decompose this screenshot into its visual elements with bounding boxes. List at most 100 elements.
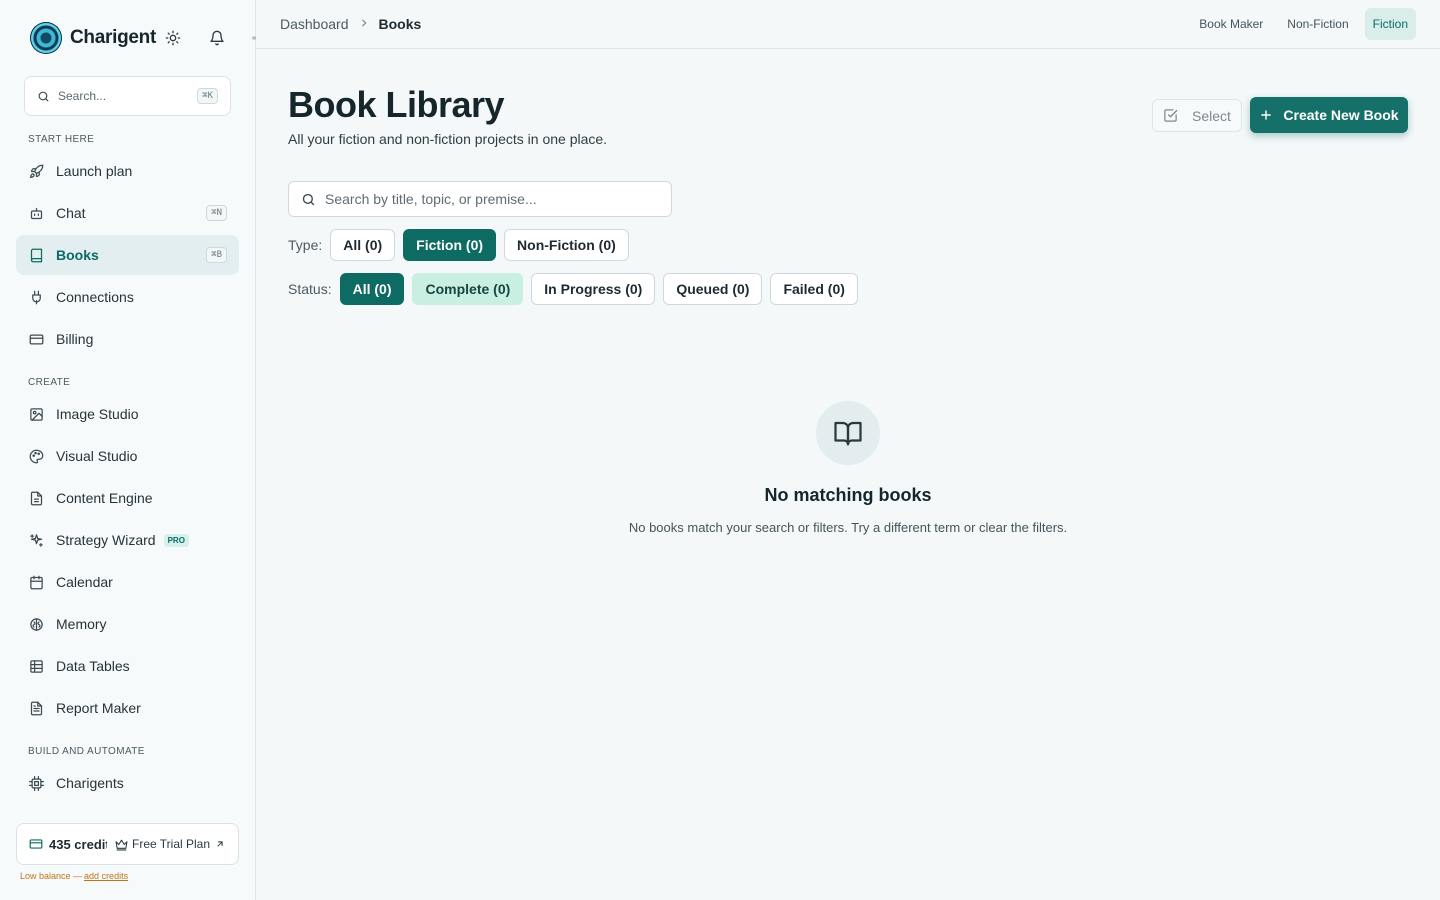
empty-state-title: No matching books — [764, 485, 932, 505]
sidebar-item-billing[interactable]: Billing — [16, 319, 239, 359]
brand[interactable]: Charigent — [30, 22, 156, 54]
type-label: Type: — [288, 237, 323, 253]
topbar: Dashboard Books Book Maker Non-Fiction F… — [256, 0, 1440, 49]
sidebar-item-image-studio[interactable]: Image Studio — [16, 394, 239, 434]
low-balance-text: Low balance — — [20, 871, 83, 881]
crown-icon — [115, 839, 128, 850]
search-icon — [38, 91, 49, 101]
pro-badge: PRO — [163, 533, 189, 547]
type-filter-fiction[interactable]: Fiction (0) — [403, 229, 497, 261]
rocket-icon — [28, 163, 44, 179]
type-filter-non-fiction[interactable]: Non-Fiction (0) — [504, 229, 629, 261]
sidebar-item-label: Books — [56, 247, 99, 263]
sidebar-item-books[interactable]: Books ⌘B — [16, 235, 239, 275]
sidebar-item-connections[interactable]: Connections — [16, 277, 239, 317]
page-subtitle: All your fiction and non-fiction project… — [288, 131, 608, 147]
image-icon — [28, 406, 44, 422]
plan-link[interactable]: Free Trial Plan — [115, 837, 225, 851]
bot-icon — [28, 205, 44, 221]
status-filter-row: Status: All (0) Complete (0) In Progress… — [288, 273, 866, 305]
empty-state-description: No books match your search or filters. T… — [628, 520, 1068, 535]
section-start-here: START HERE — [28, 134, 95, 145]
sidebar-item-data-tables[interactable]: Data Tables — [16, 646, 239, 686]
chevron-right-icon — [359, 17, 369, 31]
external-link-arrow-icon — [217, 841, 223, 847]
low-balance-notice: Low balance — add credits — [20, 871, 128, 881]
tab-non-fiction[interactable]: Non-Fiction — [1279, 8, 1356, 40]
sidebar-item-label: Charigents — [56, 775, 124, 791]
charigent-logo-icon — [30, 22, 62, 54]
file-text-icon — [28, 490, 44, 506]
select-label: Select — [1192, 107, 1231, 124]
sidebar-item-calendar[interactable]: Calendar — [16, 562, 239, 602]
breadcrumb-books: Books — [378, 16, 422, 32]
sidebar-item-chat[interactable]: Chat ⌘N — [16, 193, 239, 233]
brand-name: Charigent — [70, 27, 156, 48]
type-filter-all[interactable]: All (0) — [330, 229, 396, 261]
sidebar-search-placeholder: Search... — [58, 89, 107, 103]
sidebar-item-label: Connections — [56, 289, 134, 305]
sidebar-item-launch-plan[interactable]: Launch plan — [16, 151, 239, 191]
sidebar-item-label: Report Maker — [56, 700, 141, 716]
sidebar-item-label: Calendar — [56, 574, 113, 590]
status-filter-failed[interactable]: Failed (0) — [770, 273, 858, 305]
status-label: Status: — [288, 281, 332, 297]
book-search — [288, 181, 672, 217]
credits-panel[interactable]: 435 credits Free Trial Plan — [16, 823, 239, 865]
status-filter-in-progress[interactable]: In Progress (0) — [531, 273, 656, 305]
palette-icon — [28, 448, 44, 464]
brain-icon — [28, 616, 44, 632]
table-icon — [28, 658, 44, 674]
sidebar-item-report-maker[interactable]: Report Maker — [16, 688, 239, 728]
sidebar-item-label: Billing — [56, 331, 94, 347]
sidebar-item-label: Memory — [56, 616, 107, 632]
sparkles-icon — [28, 532, 44, 548]
chat-shortcut: ⌘N — [206, 205, 227, 221]
book-search-input[interactable] — [325, 191, 645, 207]
cpu-icon — [28, 775, 44, 791]
status-filter-all[interactable]: All (0) — [339, 273, 405, 305]
page-title: Book Library — [288, 84, 505, 125]
sidebar-search[interactable]: Search... ⌘K — [24, 76, 231, 116]
select-button[interactable]: Select — [1152, 99, 1242, 132]
report-icon — [28, 700, 44, 716]
sidebar-item-label: Visual Studio — [56, 448, 138, 464]
sidebar-item-label: Chat — [56, 205, 86, 221]
breadcrumb: Dashboard Books — [280, 16, 421, 32]
sidebar-item-label: Image Studio — [56, 406, 139, 422]
credit-card-icon — [28, 331, 44, 347]
create-new-book-button[interactable]: Create New Book — [1250, 97, 1408, 133]
theme-toggle-sun-icon[interactable] — [164, 29, 182, 47]
calendar-icon — [28, 574, 44, 590]
create-label: Create New Book — [1283, 107, 1399, 123]
checkbox-icon — [1164, 109, 1178, 122]
sidebar-item-memory[interactable]: Memory — [16, 604, 239, 644]
books-shortcut: ⌘B — [206, 247, 227, 263]
credit-card-icon — [29, 839, 43, 849]
tab-book-maker[interactable]: Book Maker — [1191, 8, 1271, 40]
tab-fiction[interactable]: Fiction — [1364, 8, 1416, 40]
sidebar-item-label: Strategy Wizard — [56, 532, 156, 548]
sidebar-item-strategy-wizard[interactable]: Strategy Wizard PRO — [16, 520, 239, 560]
sidebar-item-label: Content Engine — [56, 490, 153, 506]
breadcrumb-dashboard[interactable]: Dashboard — [280, 16, 349, 32]
status-filter-complete[interactable]: Complete (0) — [412, 273, 524, 305]
plan-name: Free Trial Plan — [132, 837, 211, 851]
section-create: CREATE — [28, 377, 71, 388]
sidebar-item-label: Data Tables — [56, 658, 130, 674]
notifications-bell-icon[interactable] — [208, 29, 226, 47]
search-icon — [302, 193, 315, 205]
status-filter-queued[interactable]: Queued (0) — [663, 273, 763, 305]
open-book-icon — [816, 401, 880, 465]
sidebar-item-content-engine[interactable]: Content Engine — [16, 478, 239, 518]
sidebar-item-label: Launch plan — [56, 163, 133, 179]
credits-amount: 435 credits — [49, 836, 107, 852]
collapse-sidebar-icon[interactable] — [246, 29, 256, 47]
type-filter-row: Type: All (0) Fiction (0) Non-Fiction (0… — [288, 229, 637, 261]
search-shortcut: ⌘K — [197, 88, 218, 104]
sidebar-item-charigents[interactable]: Charigents — [16, 763, 239, 803]
book-icon — [28, 247, 44, 263]
add-credits-link[interactable]: add credits — [84, 871, 128, 881]
sidebar-item-visual-studio[interactable]: Visual Studio — [16, 436, 239, 476]
plug-icon — [28, 289, 44, 305]
